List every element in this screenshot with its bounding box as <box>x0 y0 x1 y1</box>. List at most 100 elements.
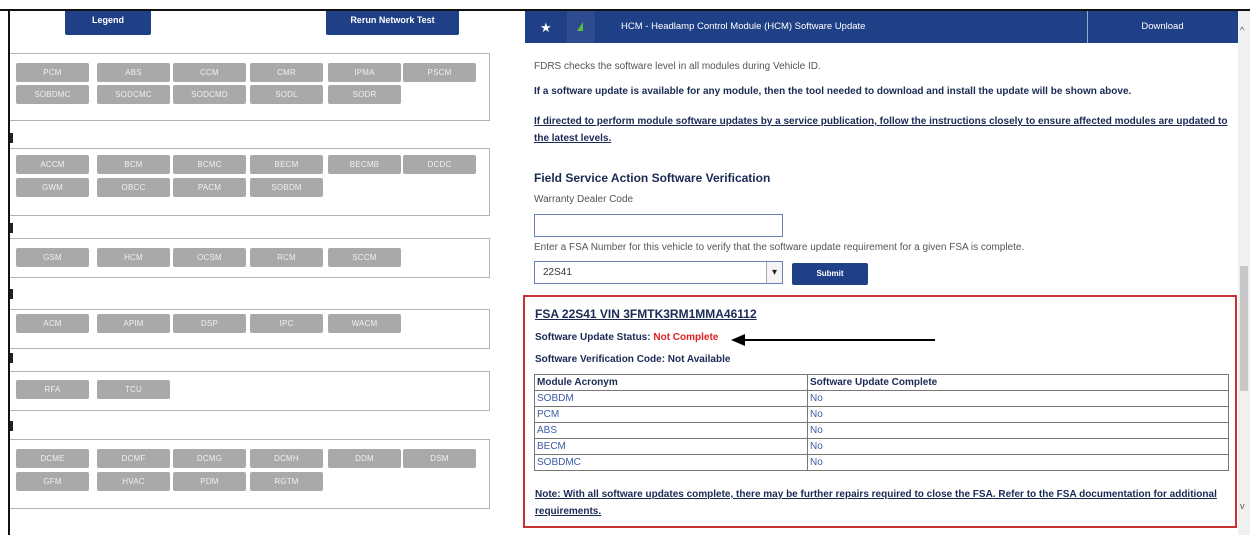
module-acronym-cell: BECM <box>534 438 808 455</box>
table-row: ABS No <box>534 422 1229 439</box>
column-header: Module Acronym <box>534 374 808 391</box>
info-text: If a software update is available for an… <box>534 86 1132 97</box>
arrow-line <box>743 339 935 341</box>
module-group-3: GSM HCM OCSM RCM SCCM <box>10 238 490 278</box>
module-button[interactable]: BECMB <box>328 155 401 174</box>
module-button[interactable]: IPMA <box>328 63 401 82</box>
module-button[interactable]: GSM <box>16 248 89 267</box>
module-button[interactable]: RCM <box>250 248 323 267</box>
module-button[interactable]: PCM <box>16 63 89 82</box>
column-header: Software Update Complete <box>807 374 1229 391</box>
module-group-5: RFA TCU <box>10 371 490 411</box>
fsa-selected-value: 22S41 <box>543 267 572 278</box>
fsa-note-link[interactable]: Note: With all software updates complete… <box>535 486 1235 520</box>
module-button[interactable]: HCM <box>97 248 170 267</box>
module-status-table: Module Acronym Software Update Complete … <box>534 374 1229 471</box>
vertical-scrollbar[interactable]: ^ v <box>1238 11 1250 535</box>
module-acronym-cell: ABS <box>534 422 808 439</box>
download-button[interactable]: Download <box>1087 21 1238 32</box>
module-button[interactable]: RGTM <box>250 472 323 491</box>
module-acronym-cell: SOBDM <box>534 390 808 407</box>
fsa-result-panel: FSA 22S41 VIN 3FMTK3RM1MMA46112 Software… <box>523 295 1237 528</box>
module-button[interactable]: SOBDMC <box>16 85 89 104</box>
module-button[interactable]: PSCM <box>403 63 476 82</box>
module-button[interactable]: SCCM <box>328 248 401 267</box>
update-complete-cell: No <box>807 390 1229 407</box>
module-button[interactable]: DCMF <box>97 449 170 468</box>
chevron-down-icon[interactable]: ▾ <box>766 262 782 283</box>
dealer-code-input[interactable] <box>534 214 783 237</box>
fsa-number-select[interactable]: 22S41 ▾ <box>534 261 783 284</box>
submit-button[interactable]: Submit <box>792 263 868 285</box>
scroll-up-icon[interactable]: ^ <box>1240 25 1244 35</box>
group-divider <box>10 353 13 363</box>
verification-code-text: Software Verification Code: Not Availabl… <box>535 354 731 365</box>
module-button[interactable]: DDM <box>328 449 401 468</box>
module-button[interactable]: PACM <box>173 178 246 197</box>
module-button[interactable]: SODL <box>250 85 323 104</box>
module-button[interactable]: DCME <box>16 449 89 468</box>
module-button[interactable]: SOBDM <box>250 178 323 197</box>
module-group-2: ACCM BCM BCMC BECM BECMB DCDC GWM OBCC P… <box>10 148 490 216</box>
module-button[interactable]: CMR <box>250 63 323 82</box>
network-test-panel: Legend Rerun Network Test PCM ABS CCM CM… <box>10 11 500 535</box>
module-button[interactable]: GWM <box>16 178 89 197</box>
table-row: PCM No <box>534 406 1229 423</box>
fsa-section-title: Field Service Action Software Verificati… <box>534 171 771 185</box>
fsa-prompt: Enter a FSA Number for this vehicle to v… <box>534 242 1025 253</box>
module-button[interactable]: SODCMD <box>173 85 246 104</box>
table-header-row: Module Acronym Software Update Complete <box>534 374 1229 391</box>
module-button[interactable]: ACM <box>16 314 89 333</box>
module-button[interactable]: DCMH <box>250 449 323 468</box>
module-group-4: ACM APIM DSP IPC WACM <box>10 309 490 349</box>
legend-button[interactable]: Legend <box>65 11 151 35</box>
module-button[interactable]: OCSM <box>173 248 246 267</box>
fsa-vin-title[interactable]: FSA 22S41 VIN 3FMTK3RM1MMA46112 <box>535 307 757 321</box>
software-update-panel: ★ HCM - Headlamp Control Module (HCM) So… <box>523 11 1238 535</box>
update-header-bar: ★ HCM - Headlamp Control Module (HCM) So… <box>525 11 1238 43</box>
module-button[interactable]: BCM <box>97 155 170 174</box>
module-button[interactable]: WACM <box>328 314 401 333</box>
update-complete-cell: No <box>807 438 1229 455</box>
module-button[interactable]: ACCM <box>16 155 89 174</box>
group-divider <box>10 223 13 233</box>
table-row: BECM No <box>534 438 1229 455</box>
scrollbar-thumb[interactable] <box>1240 266 1248 391</box>
module-acronym-cell: SOBDMC <box>534 454 808 471</box>
module-button[interactable]: BCMC <box>173 155 246 174</box>
update-title: HCM - Headlamp Control Module (HCM) Soft… <box>621 21 866 32</box>
module-button[interactable]: DCDC <box>403 155 476 174</box>
module-button[interactable]: OBCC <box>97 178 170 197</box>
status-value: Not Complete <box>653 332 719 343</box>
module-button[interactable]: DSM <box>403 449 476 468</box>
module-button[interactable]: DCMG <box>173 449 246 468</box>
dealer-code-label: Warranty Dealer Code <box>534 194 634 205</box>
group-divider <box>10 421 13 431</box>
module-button[interactable]: APIM <box>97 314 170 333</box>
module-group-6: DCME DCMF DCMG DCMH DDM DSM GFM HVAC PDM… <box>10 439 490 509</box>
module-button[interactable]: SODCMC <box>97 85 170 104</box>
module-button[interactable]: TCU <box>97 380 170 399</box>
module-group-1: PCM ABS CCM CMR IPMA PSCM SOBDMC SODCMC … <box>10 53 490 121</box>
directive-link[interactable]: If directed to perform module software u… <box>534 113 1234 147</box>
scroll-down-icon[interactable]: v <box>1240 501 1245 511</box>
module-button[interactable]: RFA <box>16 380 89 399</box>
module-button[interactable]: ABS <box>97 63 170 82</box>
rerun-network-test-button[interactable]: Rerun Network Test <box>326 11 459 35</box>
software-update-status: Software Update Status: Not Complete <box>535 332 718 343</box>
group-divider <box>10 133 13 143</box>
module-button[interactable]: HVAC <box>97 472 170 491</box>
intro-text: FDRS checks the software level in all mo… <box>534 61 821 72</box>
table-row: SOBDM No <box>534 390 1229 407</box>
module-button[interactable]: DSP <box>173 314 246 333</box>
module-button[interactable]: PDM <box>173 472 246 491</box>
status-label: Software Update Status: <box>535 332 651 343</box>
module-button[interactable]: GFM <box>16 472 89 491</box>
module-button[interactable]: CCM <box>173 63 246 82</box>
module-acronym-cell: PCM <box>534 406 808 423</box>
star-icon[interactable]: ★ <box>540 20 552 36</box>
update-complete-cell: No <box>807 406 1229 423</box>
module-button[interactable]: IPC <box>250 314 323 333</box>
module-button[interactable]: SODR <box>328 85 401 104</box>
module-button[interactable]: BECM <box>250 155 323 174</box>
